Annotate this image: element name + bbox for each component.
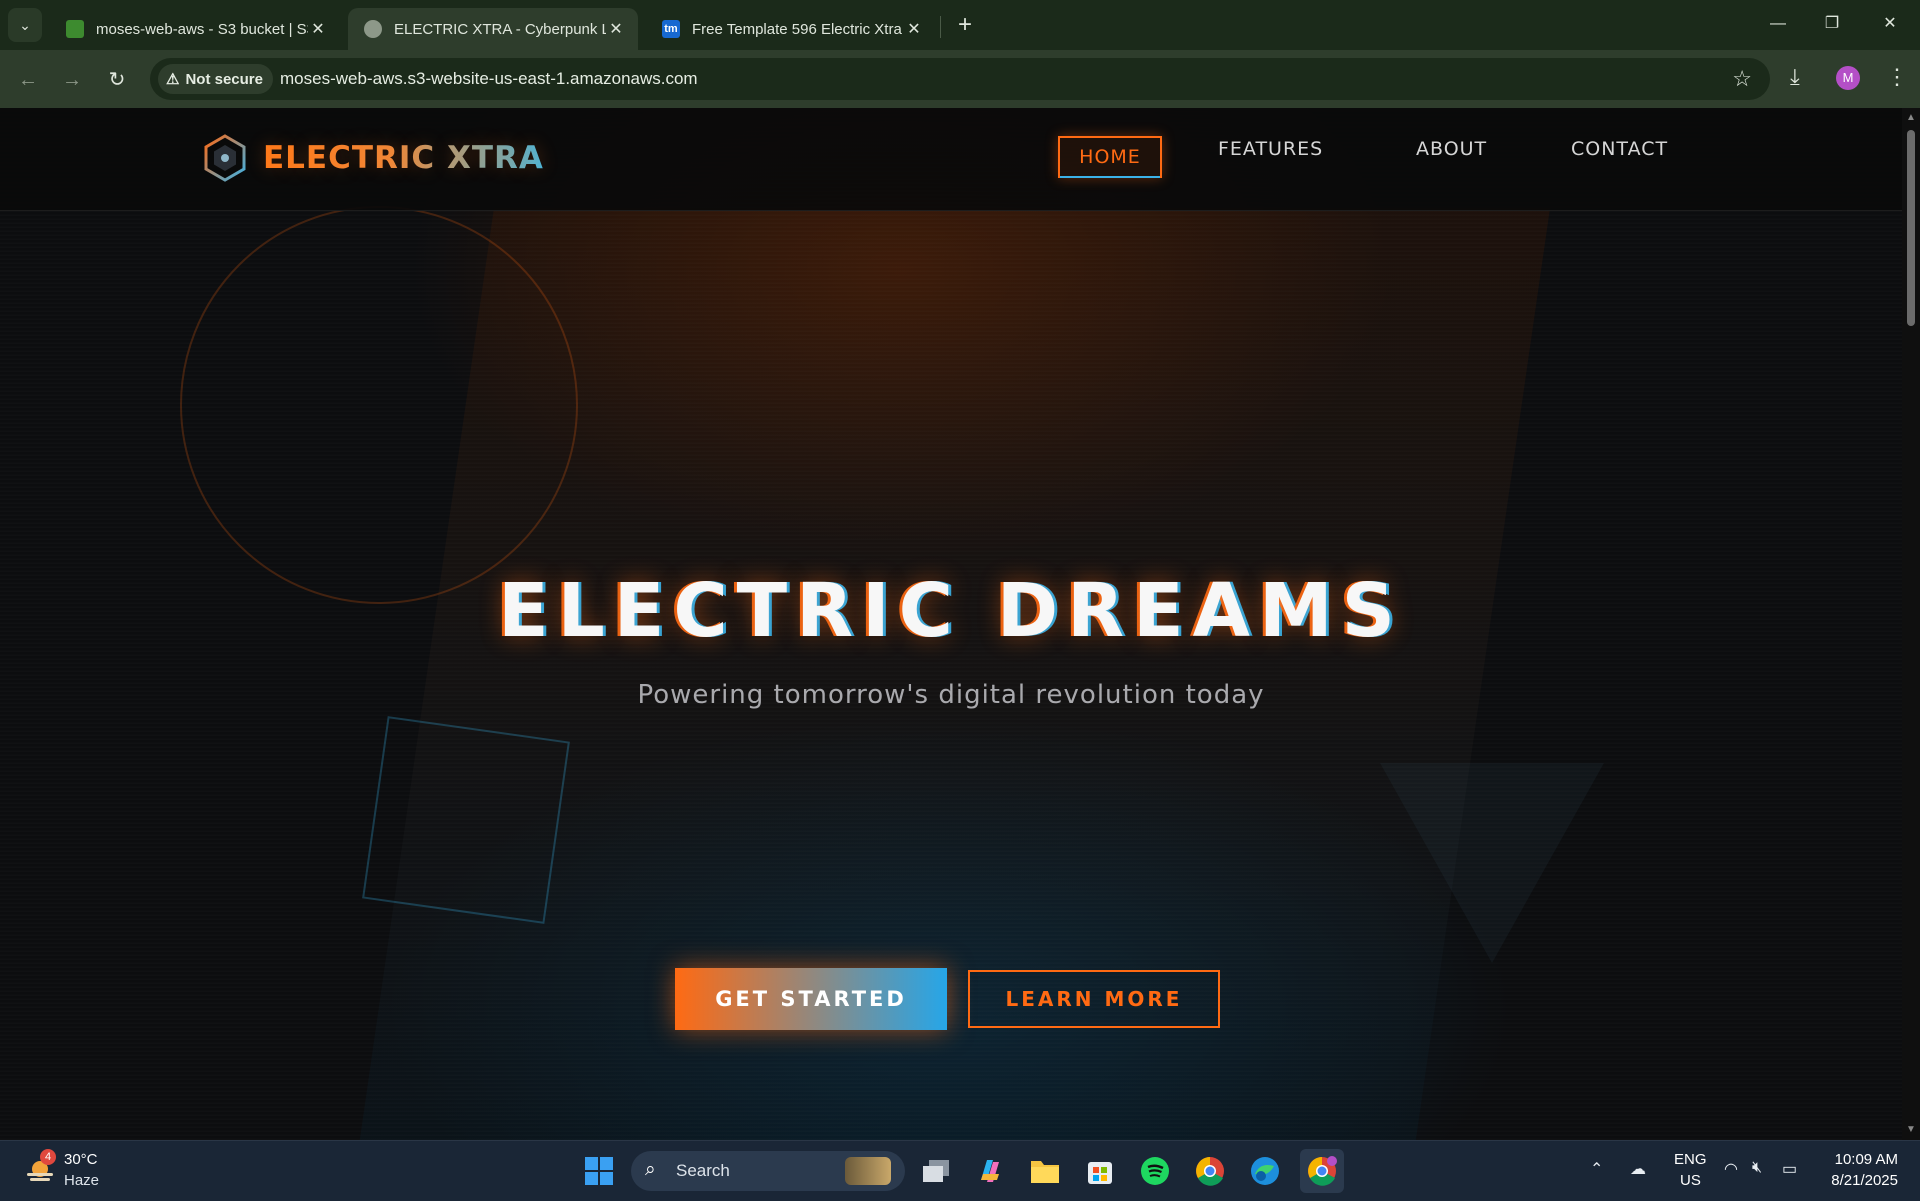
globe-icon	[364, 20, 382, 38]
get-started-label: GET STARTED	[715, 987, 907, 1011]
hero-subtitle: Powering tomorrow's digital revolution t…	[637, 680, 1265, 710]
copilot-icon[interactable]	[970, 1151, 1010, 1191]
windows-start-icon[interactable]	[579, 1151, 619, 1191]
url-text[interactable]: moses-web-aws.s3-website-us-east-1.amazo…	[280, 69, 698, 89]
s3-icon	[66, 20, 84, 38]
search-highlight-image-icon	[845, 1157, 891, 1185]
taskbar-search-box[interactable]: ⌕ Search	[631, 1151, 905, 1191]
bookmark-star-icon[interactable]: ☆	[1732, 66, 1752, 92]
edge-icon[interactable]	[1245, 1151, 1285, 1191]
chrome-profile-active-icon[interactable]	[1300, 1149, 1344, 1193]
decorative-circle	[180, 206, 578, 604]
clock-date[interactable]: 8/21/2025	[1831, 1172, 1898, 1189]
forward-icon[interactable]: →	[58, 66, 86, 94]
learn-more-label: LEARN MORE	[1005, 987, 1183, 1011]
page-scrollbar[interactable]: ▲ ▼	[1902, 108, 1920, 1140]
tm-icon: tm	[662, 20, 680, 38]
nav-contact[interactable]: CONTACT	[1571, 138, 1668, 160]
tab-search-button[interactable]: ⌄	[8, 8, 42, 42]
language-indicator[interactable]: ENG	[1674, 1151, 1707, 1168]
weather-temperature[interactable]: 30°C	[64, 1151, 98, 1168]
windows-taskbar: 4 30°C Haze ⌕ Search ⌃ ☁ ENG US ◠ 🔇︎ ▭ 1…	[0, 1140, 1920, 1201]
tab-title: ELECTRIC XTRA - Cyberpunk Landing	[394, 20, 606, 38]
language-region[interactable]: US	[1680, 1172, 1701, 1189]
battery-icon[interactable]: ▭	[1782, 1159, 1797, 1179]
chrome-icon[interactable]	[1190, 1151, 1230, 1191]
site-header: ELECTRIC XTRA HOME FEATURES ABOUT CONTAC…	[0, 108, 1902, 211]
menu-icon[interactable]: ⋮	[1886, 64, 1908, 90]
scroll-thumb[interactable]	[1907, 130, 1915, 326]
browser-tab-bar: ⌄ moses-web-aws - S3 bucket | S3 ✕ ELECT…	[0, 0, 1920, 50]
tab-s3-bucket[interactable]: moses-web-aws - S3 bucket | S3 ✕	[50, 8, 340, 50]
spotify-icon[interactable]	[1135, 1151, 1175, 1191]
reload-icon[interactable]: ↻	[103, 66, 131, 94]
search-label: Search	[676, 1161, 730, 1180]
close-window-icon[interactable]: ✕	[1868, 8, 1912, 40]
file-explorer-icon[interactable]	[1025, 1151, 1065, 1191]
scroll-up-icon[interactable]: ▲	[1905, 112, 1917, 123]
hexagon-logo-icon[interactable]	[200, 133, 250, 183]
minimize-icon[interactable]: —	[1756, 8, 1800, 40]
scroll-down-icon[interactable]: ▼	[1905, 1124, 1917, 1135]
hero-title: ELECTRIC DREAMS	[498, 568, 1404, 654]
close-icon[interactable]: ✕	[606, 19, 626, 39]
security-label: Not secure	[185, 70, 263, 88]
profile-avatar[interactable]: M	[1836, 66, 1860, 90]
tab-title: moses-web-aws - S3 bucket | S3	[96, 20, 308, 38]
logo-text[interactable]: ELECTRIC XTRA	[263, 140, 544, 176]
warning-icon: ⚠	[166, 71, 180, 88]
learn-more-button[interactable]: LEARN MORE	[968, 970, 1220, 1028]
microsoft-store-icon[interactable]	[1080, 1151, 1120, 1191]
browser-toolbar: ← → ↻ ⚠ Not secure moses-web-aws.s3-webs…	[0, 50, 1920, 108]
page-viewport: ELECTRIC XTRA HOME FEATURES ABOUT CONTAC…	[0, 108, 1902, 1140]
get-started-button[interactable]: GET STARTED	[675, 968, 947, 1030]
tab-separator	[940, 16, 941, 38]
tab-electric-xtra[interactable]: ELECTRIC XTRA - Cyberpunk Landing ✕	[348, 8, 638, 50]
address-bar[interactable]: ⚠ Not secure moses-web-aws.s3-website-us…	[150, 58, 1770, 100]
volume-muted-icon[interactable]: 🔇︎	[1752, 1159, 1762, 1177]
decorative-square	[362, 716, 570, 924]
weather-description[interactable]: Haze	[64, 1172, 99, 1189]
tab-template-596[interactable]: tm Free Template 596 Electric Xtra ✕	[646, 8, 936, 50]
security-chip[interactable]: ⚠ Not secure	[158, 64, 273, 94]
nav-features[interactable]: FEATURES	[1218, 138, 1323, 160]
onedrive-cloud-icon[interactable]: ☁	[1630, 1159, 1646, 1179]
show-hidden-icons-chevron-icon[interactable]: ⌃	[1590, 1159, 1603, 1179]
back-icon[interactable]: ←	[14, 66, 42, 94]
tab-title: Free Template 596 Electric Xtra	[692, 20, 902, 38]
search-icon: ⌕	[645, 1159, 656, 1180]
restore-icon[interactable]: ❐	[1810, 8, 1854, 40]
download-icon[interactable]: ⤓	[1790, 64, 1800, 90]
weather-notification-badge: 4	[40, 1149, 56, 1165]
wifi-icon[interactable]: ◠	[1724, 1159, 1738, 1179]
new-tab-button[interactable]: +	[950, 10, 980, 40]
close-icon[interactable]: ✕	[904, 19, 924, 39]
close-icon[interactable]: ✕	[308, 19, 328, 39]
clock-time[interactable]: 10:09 AM	[1835, 1151, 1898, 1168]
task-view-icon[interactable]	[916, 1151, 956, 1191]
nav-about[interactable]: ABOUT	[1416, 138, 1487, 160]
nav-home[interactable]: HOME	[1058, 136, 1162, 178]
